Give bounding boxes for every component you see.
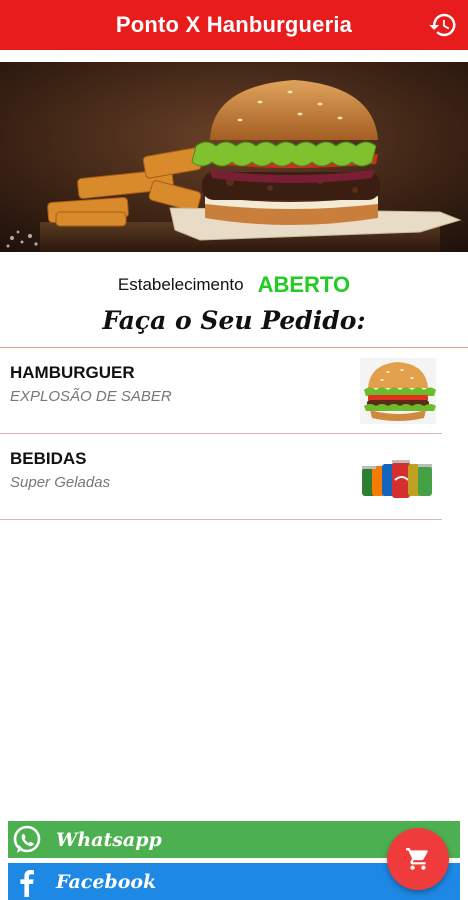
cart-button[interactable]: [387, 828, 449, 890]
page-title: Faça o Seu Pedido:: [102, 306, 366, 335]
menu-item-description: Super Geladas: [10, 474, 111, 491]
menu-item-name: HAMBURGUER: [10, 363, 135, 382]
divider: [0, 519, 442, 520]
facebook-label: Facebook: [56, 870, 157, 893]
status-label: Estabelecimento: [117, 275, 244, 294]
establishment-status: Estabelecimento ABERTO: [0, 268, 468, 302]
whatsapp-label: Whatsapp: [56, 828, 162, 851]
soda-cans-icon: [360, 444, 436, 510]
app-bar: Ponto X Hanburgueria: [0, 0, 468, 50]
history-icon: [429, 13, 456, 37]
whatsapp-icon: [10, 823, 44, 857]
hero-image: [0, 62, 468, 252]
facebook-icon: [10, 865, 44, 899]
menu-item-bebidas[interactable]: BEBIDAS Super Geladas: [0, 434, 468, 520]
status-badge: ABERTO: [257, 272, 351, 297]
cart-icon: [406, 848, 428, 870]
menu-item-description: EXPLOSÃO DE SABER: [10, 388, 172, 405]
burger-icon: [360, 358, 436, 424]
menu-item-hamburguer[interactable]: HAMBURGUER EXPLOSÃO DE SABER: [0, 348, 468, 434]
app-title: Ponto X Hanburgueria: [115, 12, 353, 37]
menu-item-name: BEBIDAS: [10, 449, 87, 468]
history-button[interactable]: [426, 8, 460, 42]
